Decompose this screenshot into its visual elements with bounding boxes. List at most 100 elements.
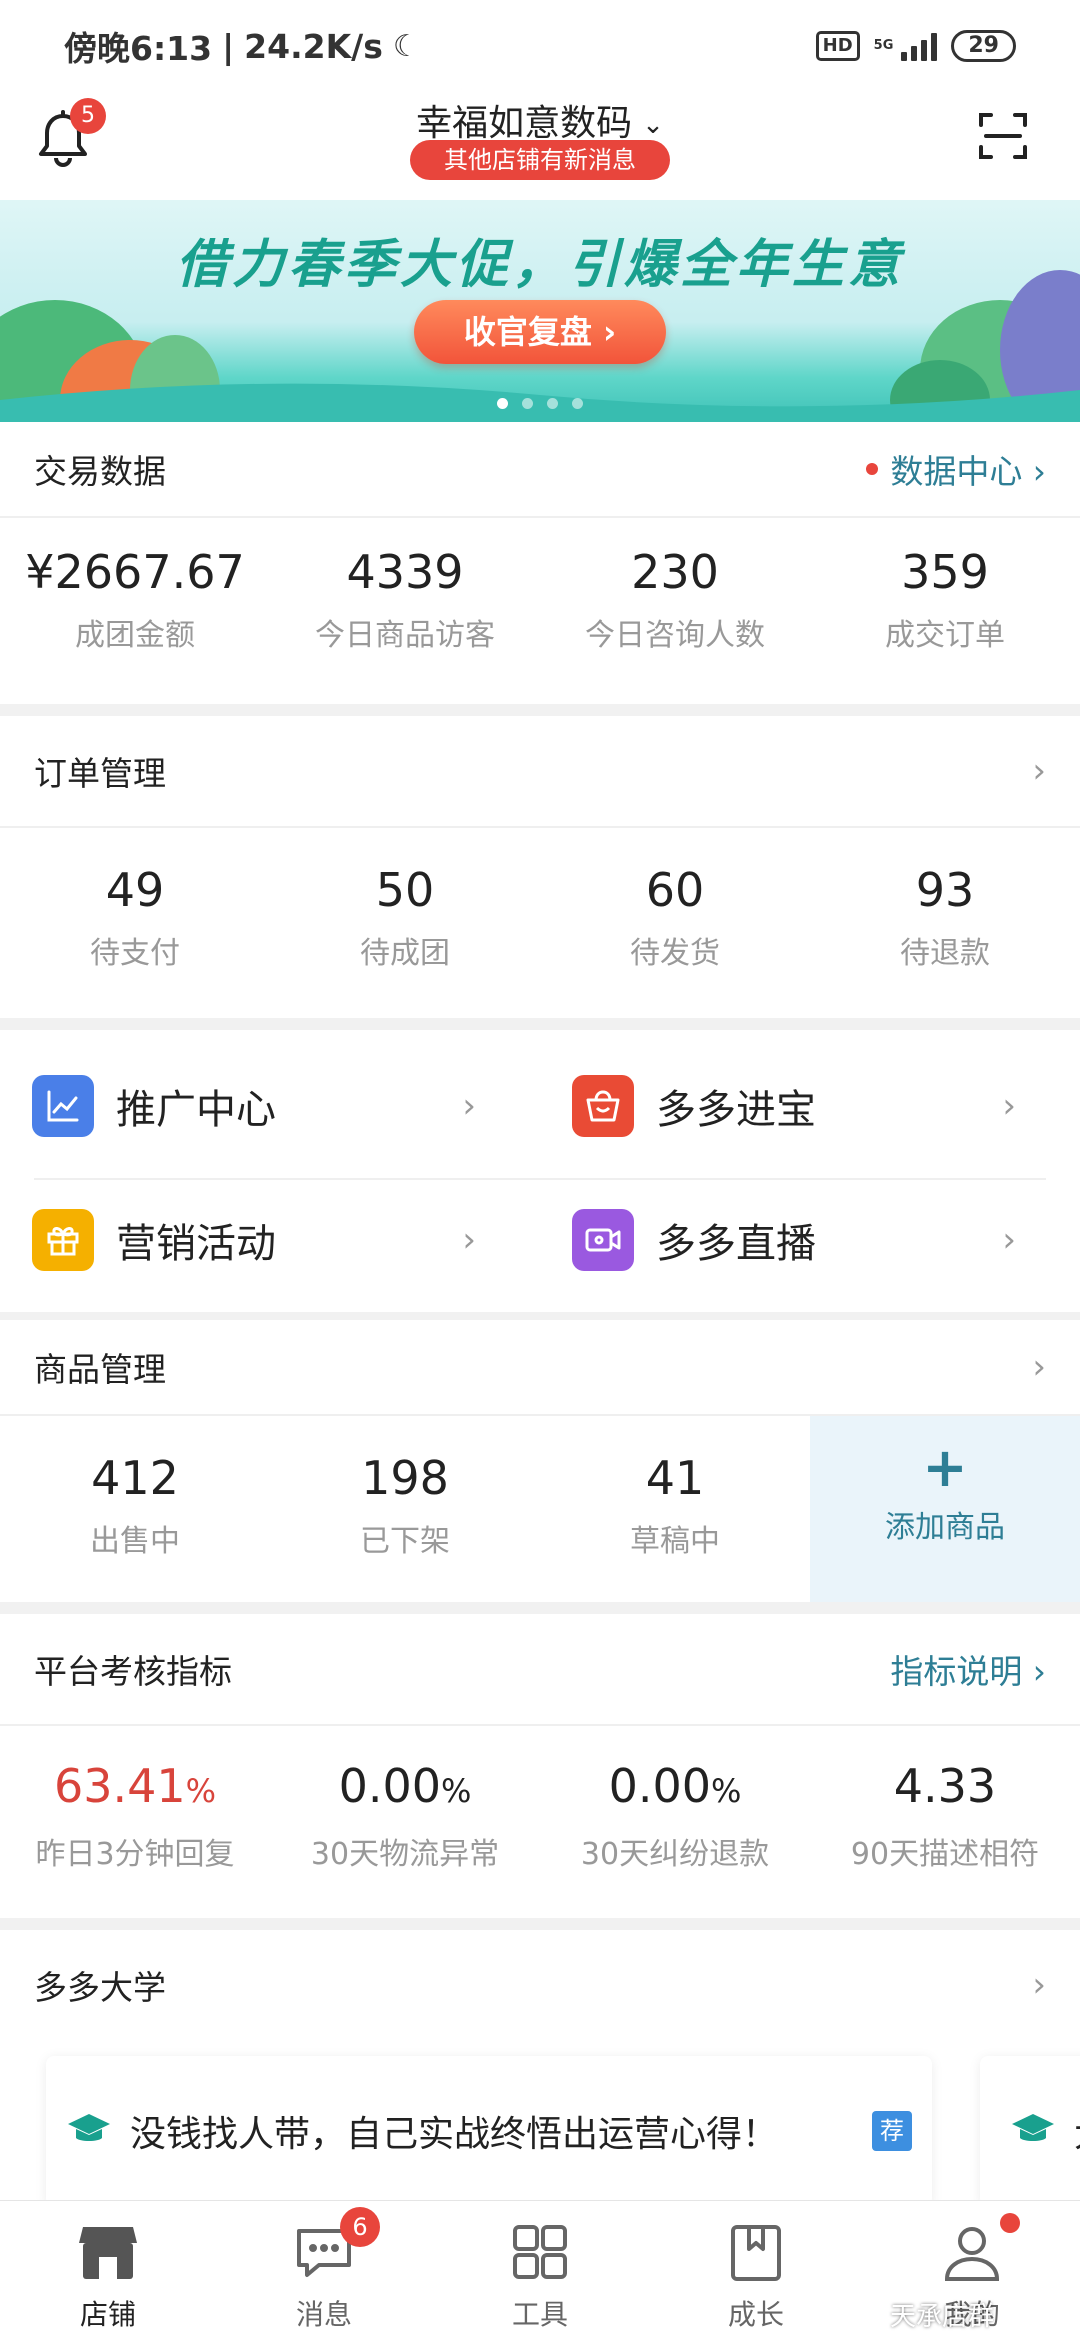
tab-tools[interactable]: 工具 xyxy=(432,2201,648,2340)
order-pending-refund[interactable]: 93 待退款 xyxy=(810,828,1080,1018)
trade-data-card: 交易数据 数据中心 › ¥2667.67 成团金额 4339 今日商品访客 230 今… xyxy=(0,422,1080,704)
order-management-card: 订单管理 › 49 待支付 50 待成团 60 待发货 93 待退款 xyxy=(0,716,1080,1018)
graduation-cap-icon xyxy=(1010,2112,1056,2150)
goods-title: 商品管理 xyxy=(34,1350,166,1389)
goods-draft[interactable]: 41 草稿中 xyxy=(540,1416,810,1602)
chevron-right-icon: › xyxy=(462,1220,476,1260)
message-icon xyxy=(216,2223,432,2287)
stat-inquiries[interactable]: 230 今日咨询人数 xyxy=(540,518,810,653)
chevron-right-icon: › xyxy=(1002,1086,1016,1126)
data-center-label: 数据中心 › xyxy=(890,452,1046,491)
shortcut-label: 多多进宝 xyxy=(656,1087,816,1133)
metric-unit: % xyxy=(185,1772,217,1810)
metrics-header: 平台考核指标 指标说明 › xyxy=(0,1614,1080,1726)
stat-label: 成交订单 xyxy=(885,618,1005,653)
goods-delisted[interactable]: 198 已下架 xyxy=(270,1416,540,1602)
stat-label: 待成团 xyxy=(360,936,450,971)
metric-disputes[interactable]: 0.00% 30天纠纷退款 xyxy=(540,1726,810,1916)
stat-label: 今日咨询人数 xyxy=(585,618,765,653)
tab-label: 消息 xyxy=(295,2298,352,2331)
metric-logistics[interactable]: 0.00% 30天物流异常 xyxy=(270,1726,540,1916)
stat-value: 93 xyxy=(915,863,975,917)
stat-label: 待退款 xyxy=(900,936,990,971)
stat-value: 49 xyxy=(105,863,165,917)
stat-label: 30天纠纷退款 xyxy=(580,1837,770,1872)
add-product-label: 添加商品 xyxy=(885,1510,1005,1545)
goods-management-card: 商品管理 › 412 出售中 198 已下架 41 草稿中 + 添加商品 xyxy=(0,1320,1080,1602)
signal-icon xyxy=(901,31,938,61)
shop-switcher[interactable]: 幸福如意数码 ⌄ xyxy=(0,94,1080,146)
network-speed: 24.2K/s xyxy=(244,26,383,66)
watermark: 天承店群 xyxy=(890,2302,995,2332)
stat-value: 4.33 xyxy=(810,1758,1080,1819)
carousel-dot xyxy=(572,398,583,409)
status-divider: | xyxy=(222,26,235,66)
tab-shop[interactable]: 店铺 xyxy=(0,2201,216,2340)
order-pending-payment[interactable]: 49 待支付 xyxy=(0,828,270,1018)
chevron-right-icon: › xyxy=(1032,751,1046,791)
chevron-right-icon: › xyxy=(1032,1965,1046,2005)
add-product-button[interactable]: + 添加商品 xyxy=(810,1416,1080,1602)
app-root: 傍晚6:13 | 24.2K/s ☾ HD 5G 29 5 幸福如意数码 ⌄ 其他… xyxy=(0,0,1080,2340)
tab-growth[interactable]: 成长 xyxy=(648,2201,864,2340)
top-nav: 5 幸福如意数码 ⌄ 其他店铺有新消息 xyxy=(0,92,1080,200)
stat-visitors[interactable]: 4339 今日商品访客 xyxy=(270,518,540,653)
orders-title: 订单管理 xyxy=(34,754,166,793)
metric-stats: 63.41% 昨日3分钟回复 0.00% 30天物流异常 0.00% 30天纠纷退款 … xyxy=(0,1726,1080,1916)
stat-value: ¥2667.67 xyxy=(25,545,245,599)
goods-header[interactable]: 商品管理 › xyxy=(0,1320,1080,1416)
tab-messages[interactable]: 消息 6 xyxy=(216,2201,432,2340)
stat-label: 成团金额 xyxy=(75,618,195,653)
stat-value: 412 xyxy=(91,1451,179,1505)
battery-icon: 29 xyxy=(951,30,1016,62)
status-time: 傍晚6:13 xyxy=(64,29,213,68)
graduation-cap-icon xyxy=(66,2112,112,2150)
scan-icon[interactable] xyxy=(978,110,1028,162)
metric-number: 63.41 xyxy=(53,1759,186,1813)
shortcut-label: 推广中心 xyxy=(116,1087,276,1133)
goods-on-sale[interactable]: 412 出售中 xyxy=(0,1416,270,1602)
profile-icon xyxy=(864,2223,1080,2287)
shop-icon xyxy=(0,2223,216,2287)
order-pending-shipment[interactable]: 60 待发货 xyxy=(540,828,810,1018)
metrics-title: 平台考核指标 xyxy=(34,1652,232,1691)
carousel-dot xyxy=(497,398,508,409)
stat-label: 待发货 xyxy=(630,936,720,971)
stat-value: 63.41% xyxy=(0,1758,270,1819)
chevron-right-icon: › xyxy=(462,1086,476,1126)
stat-label: 今日商品访客 xyxy=(315,618,495,653)
basket-icon xyxy=(572,1075,634,1137)
orders-header[interactable]: 订单管理 › xyxy=(0,716,1080,828)
stat-label: 昨日3分钟回复 xyxy=(35,1837,235,1872)
stat-orders[interactable]: 359 成交订单 xyxy=(810,518,1080,653)
shortcut-marketing[interactable]: 营销活动 › xyxy=(0,1174,540,1306)
promo-banner[interactable]: 借力春季大促，引爆全年生意 收官复盘 › xyxy=(0,200,1080,422)
metric-reply-rate[interactable]: 63.41% 昨日3分钟回复 xyxy=(0,1726,270,1916)
shortcut-live[interactable]: 多多直播 › xyxy=(540,1174,1080,1306)
metrics-explain-link[interactable]: 指标说明 › xyxy=(890,1645,1046,1693)
metric-unit: % xyxy=(441,1772,472,1810)
network-type: 5G xyxy=(873,38,894,53)
video-camera-icon xyxy=(572,1209,634,1271)
data-center-link[interactable]: 数据中心 › xyxy=(866,445,1046,493)
stat-value: 50 xyxy=(375,863,435,917)
shortcut-promotion-center[interactable]: 推广中心 › xyxy=(0,1040,540,1172)
order-pending-group[interactable]: 50 待成团 xyxy=(270,828,540,1018)
carousel-dot xyxy=(547,398,558,409)
carousel-dot xyxy=(522,398,533,409)
tab-label: 店铺 xyxy=(79,2298,136,2331)
university-header[interactable]: 多多大学 › xyxy=(0,1930,1080,2040)
shop-notice-badge[interactable]: 其他店铺有新消息 xyxy=(410,140,670,180)
course-card-next[interactable]: 大 xyxy=(980,2056,1080,2206)
stat-group-amount[interactable]: ¥2667.67 成团金额 xyxy=(0,518,270,653)
course-card[interactable]: 没钱找人带，自己实战终悟出运营心得！ 荐 xyxy=(46,2056,932,2206)
shortcut-duoduo-jinbao[interactable]: 多多进宝 › xyxy=(540,1040,1080,1172)
status-left: 傍晚6:13 | 24.2K/s ☾ xyxy=(64,22,420,70)
banner-cta-button[interactable]: 收官复盘 › xyxy=(414,300,666,364)
goods-stats: 412 出售中 198 已下架 41 草稿中 + 添加商品 xyxy=(0,1416,1080,1602)
chevron-right-icon: › xyxy=(1032,1347,1046,1387)
moon-icon: ☾ xyxy=(392,28,420,64)
stat-value: 0.00% xyxy=(540,1758,810,1819)
shortcut-label: 多多直播 xyxy=(656,1221,816,1267)
metric-description[interactable]: 4.33 90天描述相符 xyxy=(810,1726,1080,1916)
